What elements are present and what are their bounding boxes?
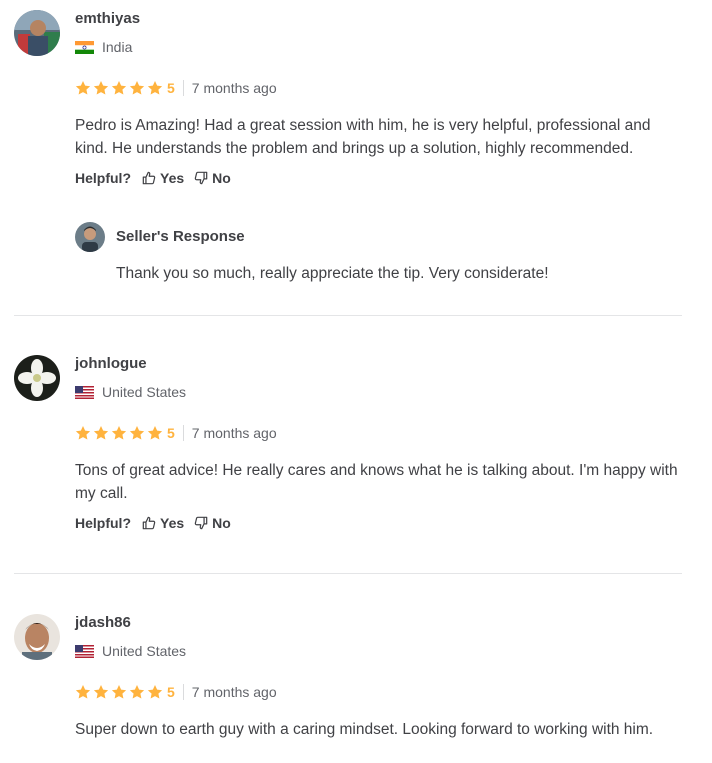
star-icon: [129, 685, 145, 699]
rating-score: 5: [167, 80, 175, 96]
helpful-no-button[interactable]: No: [194, 515, 231, 531]
thumbs-down-icon: [194, 516, 208, 530]
reviewer-country: United States: [75, 384, 186, 400]
helpful-label: Helpful?: [75, 170, 131, 186]
helpful-no-button[interactable]: No: [194, 170, 231, 186]
rating-row: 5 7 months ago: [75, 423, 277, 443]
flag-us-icon: [75, 385, 94, 399]
flag-us-icon: [75, 644, 94, 658]
star-icon: [111, 685, 127, 699]
no-label: No: [212, 515, 231, 531]
star-icon: [147, 81, 163, 95]
star-icon: [75, 685, 91, 699]
helpful-yes-button[interactable]: Yes: [142, 170, 184, 186]
star-icon: [93, 685, 109, 699]
rating-row: 5 7 months ago: [75, 682, 277, 702]
username[interactable]: emthiyas: [75, 10, 140, 27]
star-rating: [75, 684, 165, 700]
seller-response-text: Thank you so much, really appreciate the…: [116, 265, 549, 282]
username[interactable]: jdash86: [75, 614, 131, 631]
review-time: 7 months ago: [191, 80, 277, 96]
review-text: Super down to earth guy with a caring mi…: [75, 721, 654, 738]
star-icon: [129, 426, 145, 440]
avatar[interactable]: [14, 355, 60, 401]
review-text: Tons of great advice! He really cares an…: [75, 462, 678, 502]
rating-score: 5: [167, 425, 175, 441]
star-icon: [75, 81, 91, 95]
reviewer-country: United States: [75, 643, 186, 659]
review-time: 7 months ago: [191, 684, 277, 700]
review-item: johnlogue United States 5 7 months ago T…: [14, 355, 682, 555]
username[interactable]: johnlogue: [75, 355, 147, 372]
review-divider: [14, 315, 682, 316]
helpful-yes-button[interactable]: Yes: [142, 515, 184, 531]
thumbs-up-icon: [142, 171, 156, 185]
thumbs-down-icon: [194, 171, 208, 185]
avatar[interactable]: [14, 10, 60, 56]
country-name: India: [102, 39, 133, 55]
star-icon: [147, 426, 163, 440]
divider: [182, 425, 184, 441]
review-time: 7 months ago: [191, 425, 277, 441]
no-label: No: [212, 170, 231, 186]
seller-avatar: [75, 222, 105, 252]
rating-row: 5 7 months ago: [75, 78, 277, 98]
divider: [182, 684, 184, 700]
review-item: jdash86 United States 5 7 months ago Sup…: [14, 614, 682, 763]
country-name: United States: [102, 384, 187, 400]
helpful-row: Helpful? Yes No: [75, 170, 241, 186]
yes-label: Yes: [160, 515, 185, 531]
star-rating: [75, 425, 165, 441]
helpful-row: Helpful? Yes No: [75, 515, 241, 531]
helpful-label: Helpful?: [75, 515, 131, 531]
star-icon: [111, 81, 127, 95]
star-icon: [75, 426, 91, 440]
thumbs-up-icon: [142, 516, 156, 530]
review-text: Pedro is Amazing! Had a great session wi…: [75, 117, 651, 157]
rating-score: 5: [167, 684, 175, 700]
star-rating: [75, 80, 165, 96]
country-name: United States: [102, 643, 187, 659]
avatar[interactable]: [14, 614, 60, 660]
review-divider: [14, 573, 682, 574]
star-icon: [93, 81, 109, 95]
star-icon: [111, 426, 127, 440]
reviewer-country: India: [75, 39, 132, 55]
star-icon: [93, 426, 109, 440]
seller-response-title: Seller's Response: [116, 228, 245, 245]
flag-india-icon: [75, 40, 94, 54]
yes-label: Yes: [160, 170, 185, 186]
review-item: emthiyas India 5 7 months ago Pedro is A…: [14, 10, 682, 310]
star-icon: [147, 685, 163, 699]
divider: [182, 80, 184, 96]
star-icon: [129, 81, 145, 95]
